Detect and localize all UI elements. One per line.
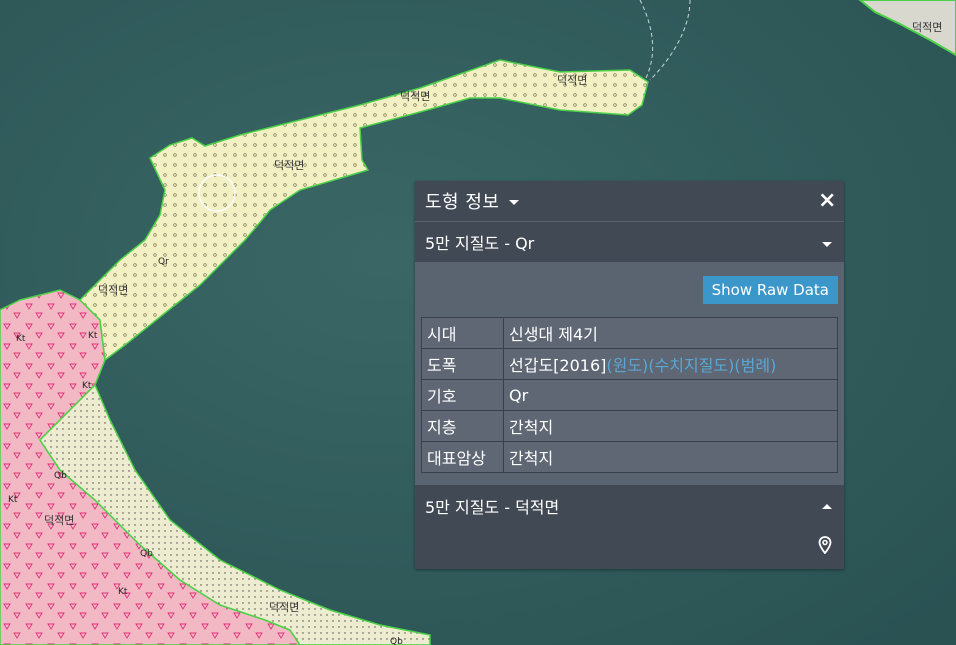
panel-body: Show Raw Data 시대 신생대 제4기 도폭 선갑도[2016](원도…: [415, 262, 844, 473]
map-label-deokjeok-2: 덕적면: [557, 74, 587, 87]
map-label-deokjeok-4: 덕적면: [98, 284, 128, 297]
row-value: 선갑도[2016](원도)(수치지질도)(범례): [503, 348, 838, 380]
map-label-deokjeok-5: 덕적면: [44, 514, 74, 527]
close-icon[interactable]: ×: [818, 190, 836, 212]
link-legend[interactable]: (범례): [734, 356, 776, 375]
row-key: 시대: [421, 317, 504, 349]
table-row: 지층 간척지: [421, 410, 838, 442]
row-value: 간척지: [503, 410, 838, 442]
panel-header[interactable]: 도형 정보 ×: [415, 181, 844, 222]
map-label-kt-3: Kt: [16, 334, 26, 344]
link-original-map[interactable]: (원도): [606, 356, 648, 375]
row-value: Qr: [503, 379, 838, 411]
map-label-qb-3: Qb: [390, 637, 403, 645]
map-label-qb-2: Qb: [140, 549, 153, 559]
chevron-up-icon[interactable]: [822, 504, 832, 509]
map-label-kt-5: Kt: [118, 587, 128, 597]
layer-row-deokjeok-label: 5만 지질도 - 덕적면: [425, 498, 560, 517]
sheet-name: 선갑도[2016]: [509, 356, 607, 375]
show-raw-data-button[interactable]: Show Raw Data: [702, 276, 838, 304]
chevron-down-icon[interactable]: [822, 242, 832, 247]
map-label-kt-2: Kt: [82, 381, 92, 391]
map-label-deokjeok-1: 덕적면: [400, 90, 430, 103]
chevron-down-icon[interactable]: [509, 199, 520, 205]
info-table: 시대 신생대 제4기 도폭 선갑도[2016](원도)(수치지질도)(범례) 기…: [421, 317, 838, 473]
layer-row-deokjeok[interactable]: 5만 지질도 - 덕적면: [415, 485, 844, 569]
table-row: 시대 신생대 제4기: [421, 317, 838, 349]
map-label-deokjeok-3: 덕적면: [274, 159, 304, 172]
map-label-kt-1: Kt: [88, 331, 98, 341]
layer-row-qr-label: 5만 지질도 - Qr: [425, 234, 535, 253]
row-key: 기호: [421, 379, 504, 411]
panel-title: 도형 정보: [425, 192, 500, 213]
map-pin-icon[interactable]: [818, 536, 832, 554]
table-row: 대표암상 간척지: [421, 441, 838, 473]
table-row: 도폭 선갑도[2016](원도)(수치지질도)(범례): [421, 348, 838, 380]
row-key: 지층: [421, 410, 504, 442]
map-label-qr: Qr: [158, 257, 169, 267]
row-value: 간척지: [503, 441, 838, 473]
table-row: 기호 Qr: [421, 379, 838, 411]
map-label-qb-1: Qb: [54, 471, 67, 481]
row-value: 신생대 제4기: [503, 317, 838, 349]
map-label-deokjeok-6: 덕적면: [269, 601, 299, 614]
feature-info-panel: 도형 정보 × 5만 지질도 - Qr Show Raw Data 시대 신생대…: [415, 181, 844, 569]
row-key: 대표암상: [421, 441, 504, 473]
map-label-kt-4: Kt: [8, 495, 18, 505]
row-key: 도폭: [421, 348, 504, 380]
map-label-deokjeok-7: 덕적면: [912, 21, 942, 34]
layer-row-qr[interactable]: 5만 지질도 - Qr: [415, 222, 844, 262]
link-digital-map[interactable]: (수치지질도): [648, 356, 734, 375]
